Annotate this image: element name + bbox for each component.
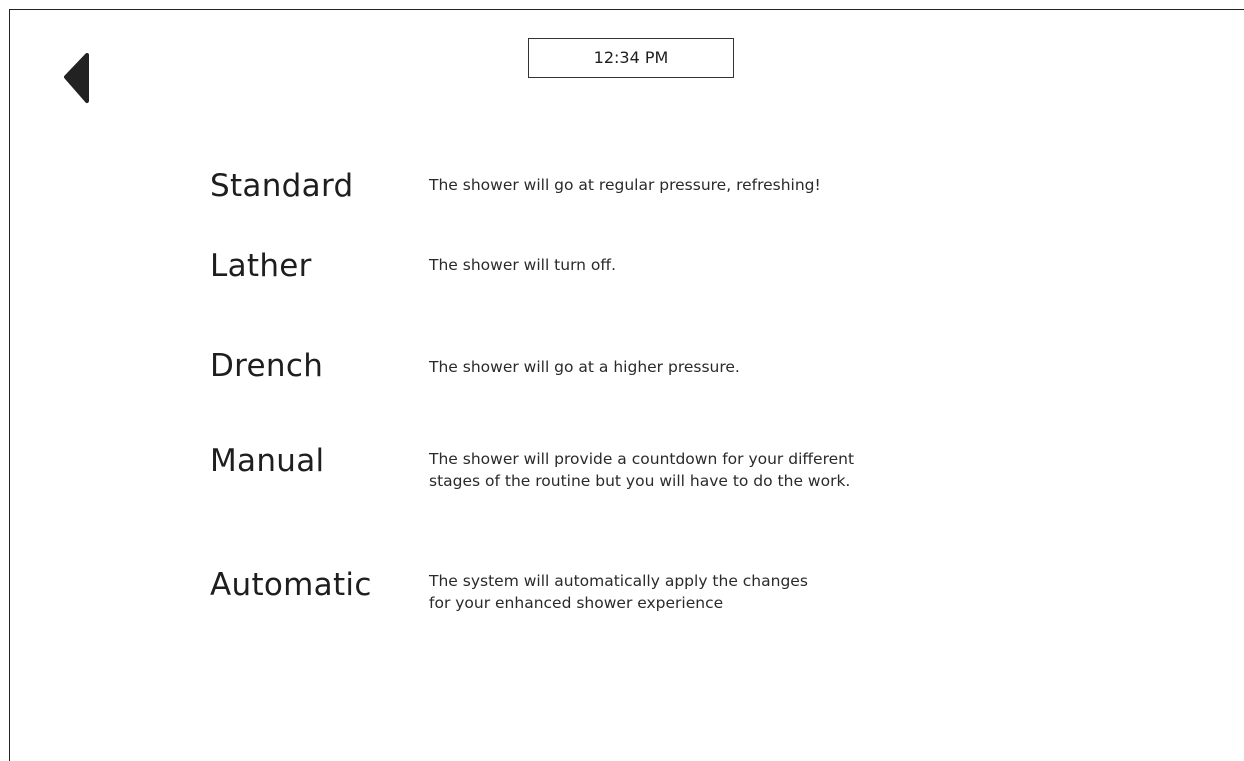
mode-name-lather: Lather xyxy=(210,248,312,284)
screen-frame xyxy=(9,9,1244,761)
mode-description-lather: The shower will turn off. xyxy=(429,256,617,274)
mode-name-standard: Standard xyxy=(210,168,354,204)
mode-description-drench: The shower will go at a higher pressure. xyxy=(429,358,740,376)
mode-name-automatic: Automatic xyxy=(210,567,372,603)
mode-description-standard: The shower will go at regular pressure, … xyxy=(429,176,821,194)
mode-name-drench: Drench xyxy=(210,348,324,384)
back-button[interactable] xyxy=(60,52,100,106)
mode-description-manual: The shower will provide a countdown for … xyxy=(429,450,855,490)
clock-display: 12:34 PM xyxy=(528,38,734,78)
mode-description-automatic: The system will automatically apply the … xyxy=(429,572,808,612)
mode-name-manual: Manual xyxy=(210,443,325,479)
back-arrow-icon xyxy=(64,53,89,103)
